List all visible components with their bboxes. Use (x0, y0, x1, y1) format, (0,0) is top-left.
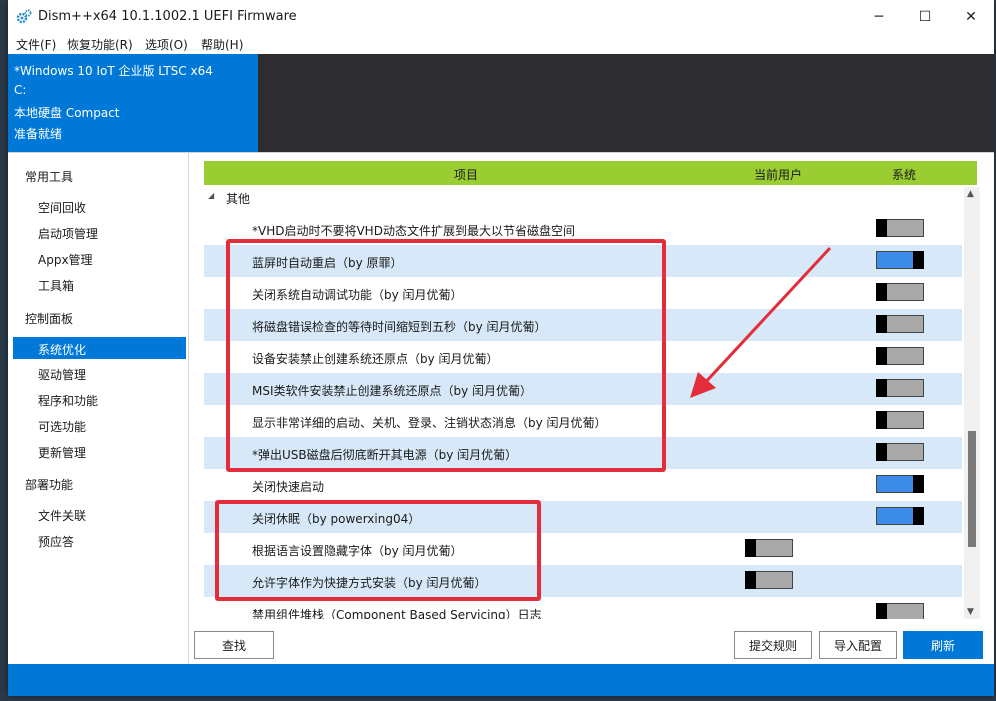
app-window: Dism++x64 10.1.1002.1 UEFI Firmware ─ ☐ … (8, 0, 994, 696)
annotation-arrow-icon (690, 246, 832, 398)
